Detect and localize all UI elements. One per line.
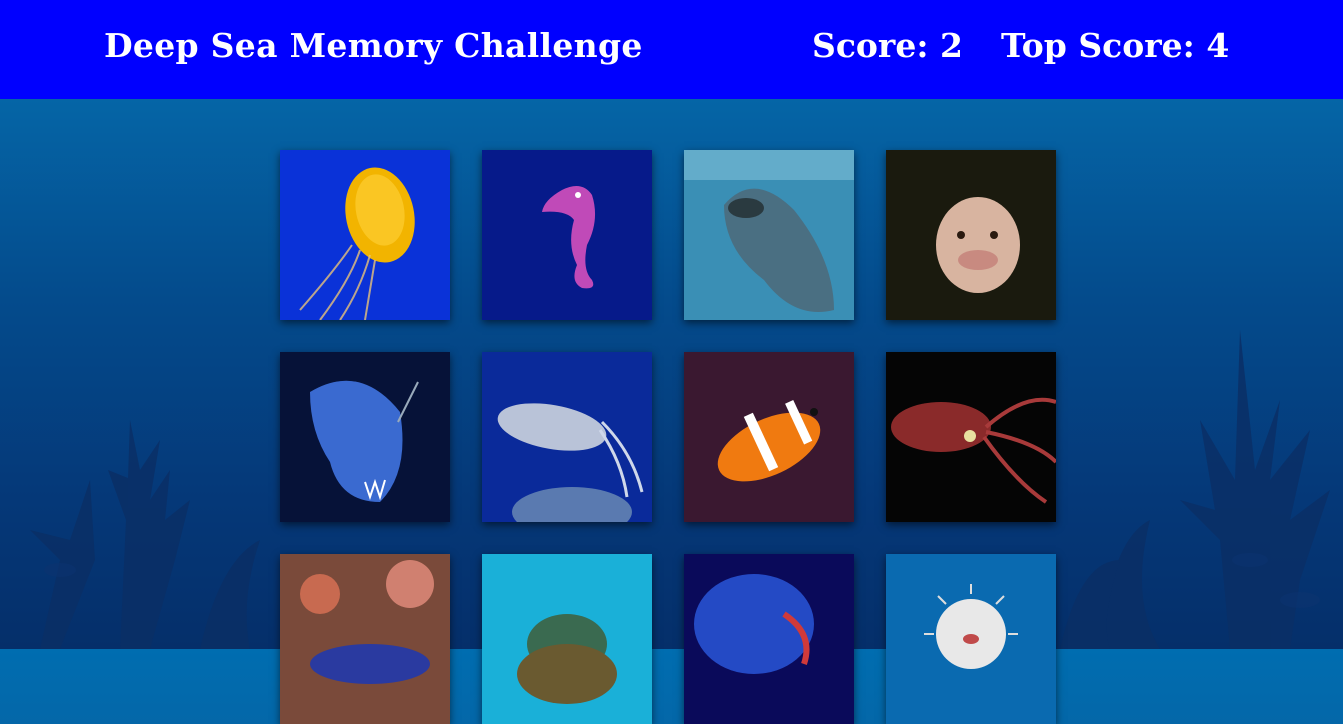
page-title: Deep Sea Memory Challenge xyxy=(104,26,643,65)
card-clownfish[interactable] xyxy=(684,352,854,522)
card-whale-shark[interactable] xyxy=(684,150,854,320)
whale-shark-image xyxy=(684,150,854,320)
jellyfish-image xyxy=(280,150,450,320)
card-cuttlefish[interactable] xyxy=(482,352,652,522)
card-glowing-shrimp[interactable] xyxy=(684,554,854,724)
card-blobfish[interactable] xyxy=(886,150,1056,320)
app-header: Deep Sea Memory Challenge Score: 2 Top S… xyxy=(0,0,1343,99)
squid-image xyxy=(886,352,1056,522)
anglerfish-image xyxy=(280,352,450,522)
cuttlefish-image xyxy=(482,352,652,522)
sea-turtle-image xyxy=(482,554,652,724)
card-seahorse[interactable] xyxy=(482,150,652,320)
card-sea-turtle[interactable] xyxy=(482,554,652,724)
clownfish-image xyxy=(684,352,854,522)
top-score-display: Top Score: 4 xyxy=(1001,26,1230,65)
card-jellyfish[interactable] xyxy=(280,150,450,320)
blobfish-image xyxy=(886,150,1056,320)
pufferfish-image xyxy=(886,554,1056,724)
score-display: Score: 2 xyxy=(812,26,963,65)
glowing-shrimp-image xyxy=(684,554,854,724)
card-squid[interactable] xyxy=(886,352,1056,522)
card-anglerfish[interactable] xyxy=(280,352,450,522)
seahorse-image xyxy=(482,150,652,320)
nudibranch-image xyxy=(280,554,450,724)
card-nudibranch[interactable] xyxy=(280,554,450,724)
card-pufferfish[interactable] xyxy=(886,554,1056,724)
